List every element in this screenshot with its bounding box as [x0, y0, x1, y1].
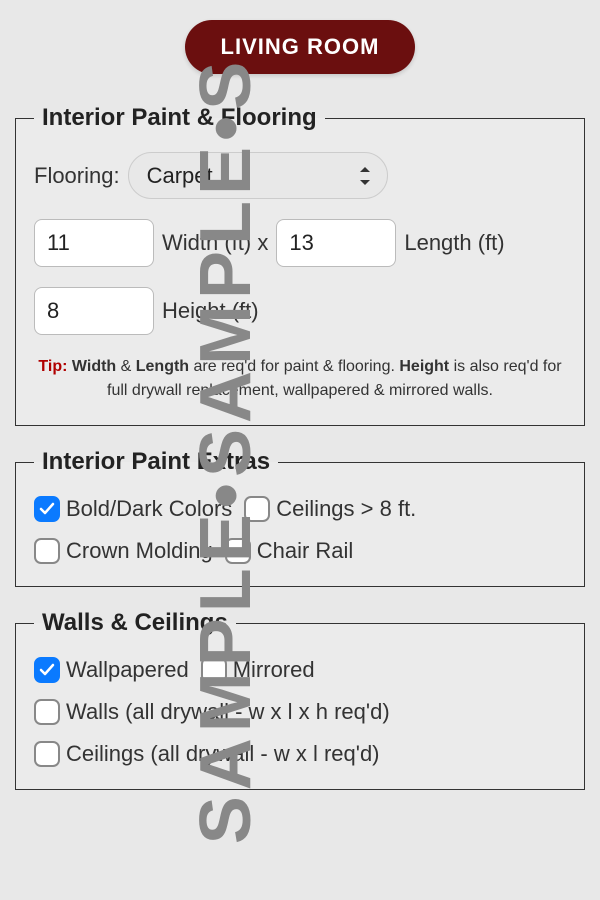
checkbox-label: Mirrored: [233, 657, 315, 683]
section-paint-extras: Interior Paint Extras Bold/Dark Colors C…: [15, 448, 585, 587]
tip-text: Tip: Width & Length are req'd for paint …: [34, 355, 566, 403]
legend-paint-flooring: Interior Paint & Flooring: [34, 104, 325, 132]
checkbox-label: Wallpapered: [66, 657, 189, 683]
checkbox-label: Ceilings (all drywall - w x l req'd): [66, 741, 380, 767]
check-icon: [201, 657, 227, 683]
flooring-select[interactable]: Carpet: [128, 152, 388, 199]
checkbox-bold-dark[interactable]: Bold/Dark Colors: [34, 496, 232, 522]
section-walls-ceilings: Walls & Ceilings Wallpapered Mirrored Wa…: [15, 609, 585, 790]
check-icon: [225, 538, 251, 564]
length-label: Length (ft): [404, 230, 504, 256]
check-icon: [244, 496, 270, 522]
checkbox-label: Chair Rail: [257, 538, 354, 564]
room-badge[interactable]: LIVING ROOM: [185, 20, 416, 74]
flooring-label: Flooring:: [34, 163, 120, 189]
checkbox-wallpapered[interactable]: Wallpapered: [34, 657, 189, 683]
section-paint-flooring: Interior Paint & Flooring Flooring: Carp…: [15, 104, 585, 426]
width-input[interactable]: [34, 219, 154, 267]
check-icon: [34, 538, 60, 564]
checkbox-ceilings-drywall[interactable]: Ceilings (all drywall - w x l req'd): [34, 741, 380, 767]
legend-walls-ceilings: Walls & Ceilings: [34, 609, 236, 637]
check-icon: [34, 741, 60, 767]
height-label: Height (ft): [162, 298, 259, 324]
checkbox-label: Walls (all drywall - w x l x h req'd): [66, 699, 390, 725]
checkbox-label: Ceilings > 8 ft.: [276, 496, 416, 522]
checkbox-crown-molding[interactable]: Crown Molding: [34, 538, 213, 564]
length-input[interactable]: [276, 219, 396, 267]
checkbox-label: Bold/Dark Colors: [66, 496, 232, 522]
check-icon: [34, 657, 60, 683]
height-input[interactable]: [34, 287, 154, 335]
checkbox-high-ceilings[interactable]: Ceilings > 8 ft.: [244, 496, 416, 522]
legend-paint-extras: Interior Paint Extras: [34, 448, 278, 476]
checkbox-label: Crown Molding: [66, 538, 213, 564]
width-label: Width (ft) x: [162, 230, 268, 256]
checkbox-chair-rail[interactable]: Chair Rail: [225, 538, 354, 564]
checkbox-mirrored[interactable]: Mirrored: [201, 657, 315, 683]
checkbox-walls-drywall[interactable]: Walls (all drywall - w x l x h req'd): [34, 699, 390, 725]
check-icon: [34, 496, 60, 522]
check-icon: [34, 699, 60, 725]
